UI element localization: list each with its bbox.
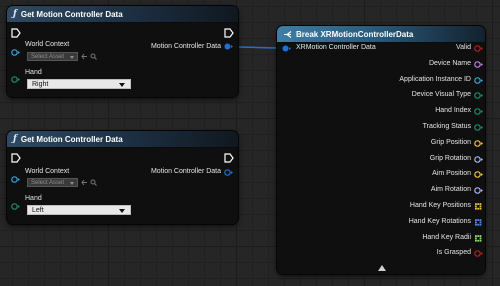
output-pin-icon[interactable] xyxy=(474,108,483,115)
hand-label: Hand xyxy=(25,195,42,202)
motion-controller-data-output-label: Motion Controller Data xyxy=(150,168,221,175)
exec-out-pin-icon[interactable] xyxy=(224,28,234,38)
output-pin-icon[interactable] xyxy=(474,140,483,147)
world-context-label: World Context xyxy=(25,41,70,48)
hand-dropdown[interactable]: Right xyxy=(27,79,131,89)
break-output-label: Tracking Status xyxy=(422,123,471,130)
output-pin-icon[interactable] xyxy=(474,187,483,194)
output-pin-icon[interactable] xyxy=(474,61,483,68)
array-pin-icon[interactable] xyxy=(474,203,483,210)
break-output-label: Application Instance ID xyxy=(399,76,471,83)
output-pin-icon[interactable] xyxy=(474,92,483,99)
break-output-label: Device Visual Type xyxy=(411,91,471,98)
break-output-label: Hand Key Rotations xyxy=(408,218,471,225)
node-title: Break XRMotionControllerData xyxy=(296,29,414,39)
xr-motion-controller-data-input-pin[interactable] xyxy=(282,45,291,52)
exec-in-pin-icon[interactable] xyxy=(11,28,21,38)
break-output-label: Grip Position xyxy=(430,139,471,146)
chevron-down-icon xyxy=(70,56,74,59)
search-icon[interactable] xyxy=(90,179,97,186)
select-asset-dropdown[interactable]: Select Asset xyxy=(27,52,78,61)
function-icon: ƒ xyxy=(13,134,17,144)
break-struct-icon xyxy=(284,30,292,38)
function-icon: ƒ xyxy=(13,9,17,19)
node-header[interactable]: Break XRMotionControllerData xyxy=(277,26,485,43)
break-output-label: Aim Position xyxy=(432,170,471,177)
world-context-label: World Context xyxy=(25,168,70,175)
break-output-label: Hand Key Radii xyxy=(422,234,471,241)
chevron-down-icon xyxy=(119,209,125,213)
world-context-pin-icon[interactable] xyxy=(11,176,20,183)
motion-controller-data-output-pin[interactable] xyxy=(224,169,233,176)
motion-controller-data-output-pin[interactable] xyxy=(224,43,233,50)
break-output-label: Aim Rotation xyxy=(430,186,471,193)
output-pin-icon[interactable] xyxy=(474,250,483,257)
array-pin-icon[interactable] xyxy=(474,219,483,226)
node-title: Get Motion Controller Data xyxy=(20,9,123,19)
exec-in-pin-icon[interactable] xyxy=(11,153,21,163)
hand-pin-icon[interactable] xyxy=(11,203,20,210)
break-output-label: Hand Key Positions xyxy=(409,202,471,209)
hand-pin-icon[interactable] xyxy=(11,76,20,83)
output-pin-icon[interactable] xyxy=(474,156,483,163)
break-output-label: Grip Rotation xyxy=(429,155,471,162)
motion-controller-data-output-label: Motion Controller Data xyxy=(150,43,221,50)
chevron-down-icon xyxy=(119,83,125,87)
break-output-label: Device Name xyxy=(428,60,471,67)
world-context-pin-icon[interactable] xyxy=(11,49,20,56)
exec-out-pin-icon[interactable] xyxy=(224,153,234,163)
select-asset-dropdown[interactable]: Select Asset xyxy=(27,178,78,187)
break-output-label: Hand Index xyxy=(435,107,471,114)
hand-dropdown[interactable]: Left xyxy=(27,205,131,215)
output-pin-icon[interactable] xyxy=(474,124,483,131)
node-header[interactable]: ƒ Get Motion Controller Data xyxy=(7,131,238,148)
search-icon[interactable] xyxy=(90,53,97,60)
output-pin-icon[interactable] xyxy=(474,45,483,52)
output-pin-icon[interactable] xyxy=(474,171,483,178)
arrow-left-icon[interactable] xyxy=(81,179,88,186)
break-output-label: Valid xyxy=(455,44,471,51)
arrow-left-icon[interactable] xyxy=(81,53,88,60)
array-pin-icon[interactable] xyxy=(474,235,483,242)
output-pin-icon[interactable] xyxy=(474,77,483,84)
expand-arrow-icon[interactable] xyxy=(378,265,386,271)
hand-label: Hand xyxy=(25,69,42,76)
chevron-down-icon xyxy=(70,182,74,185)
break-output-label: Is Grasped xyxy=(436,249,471,256)
node-header[interactable]: ƒ Get Motion Controller Data xyxy=(7,6,238,23)
node-title: Get Motion Controller Data xyxy=(20,134,123,144)
